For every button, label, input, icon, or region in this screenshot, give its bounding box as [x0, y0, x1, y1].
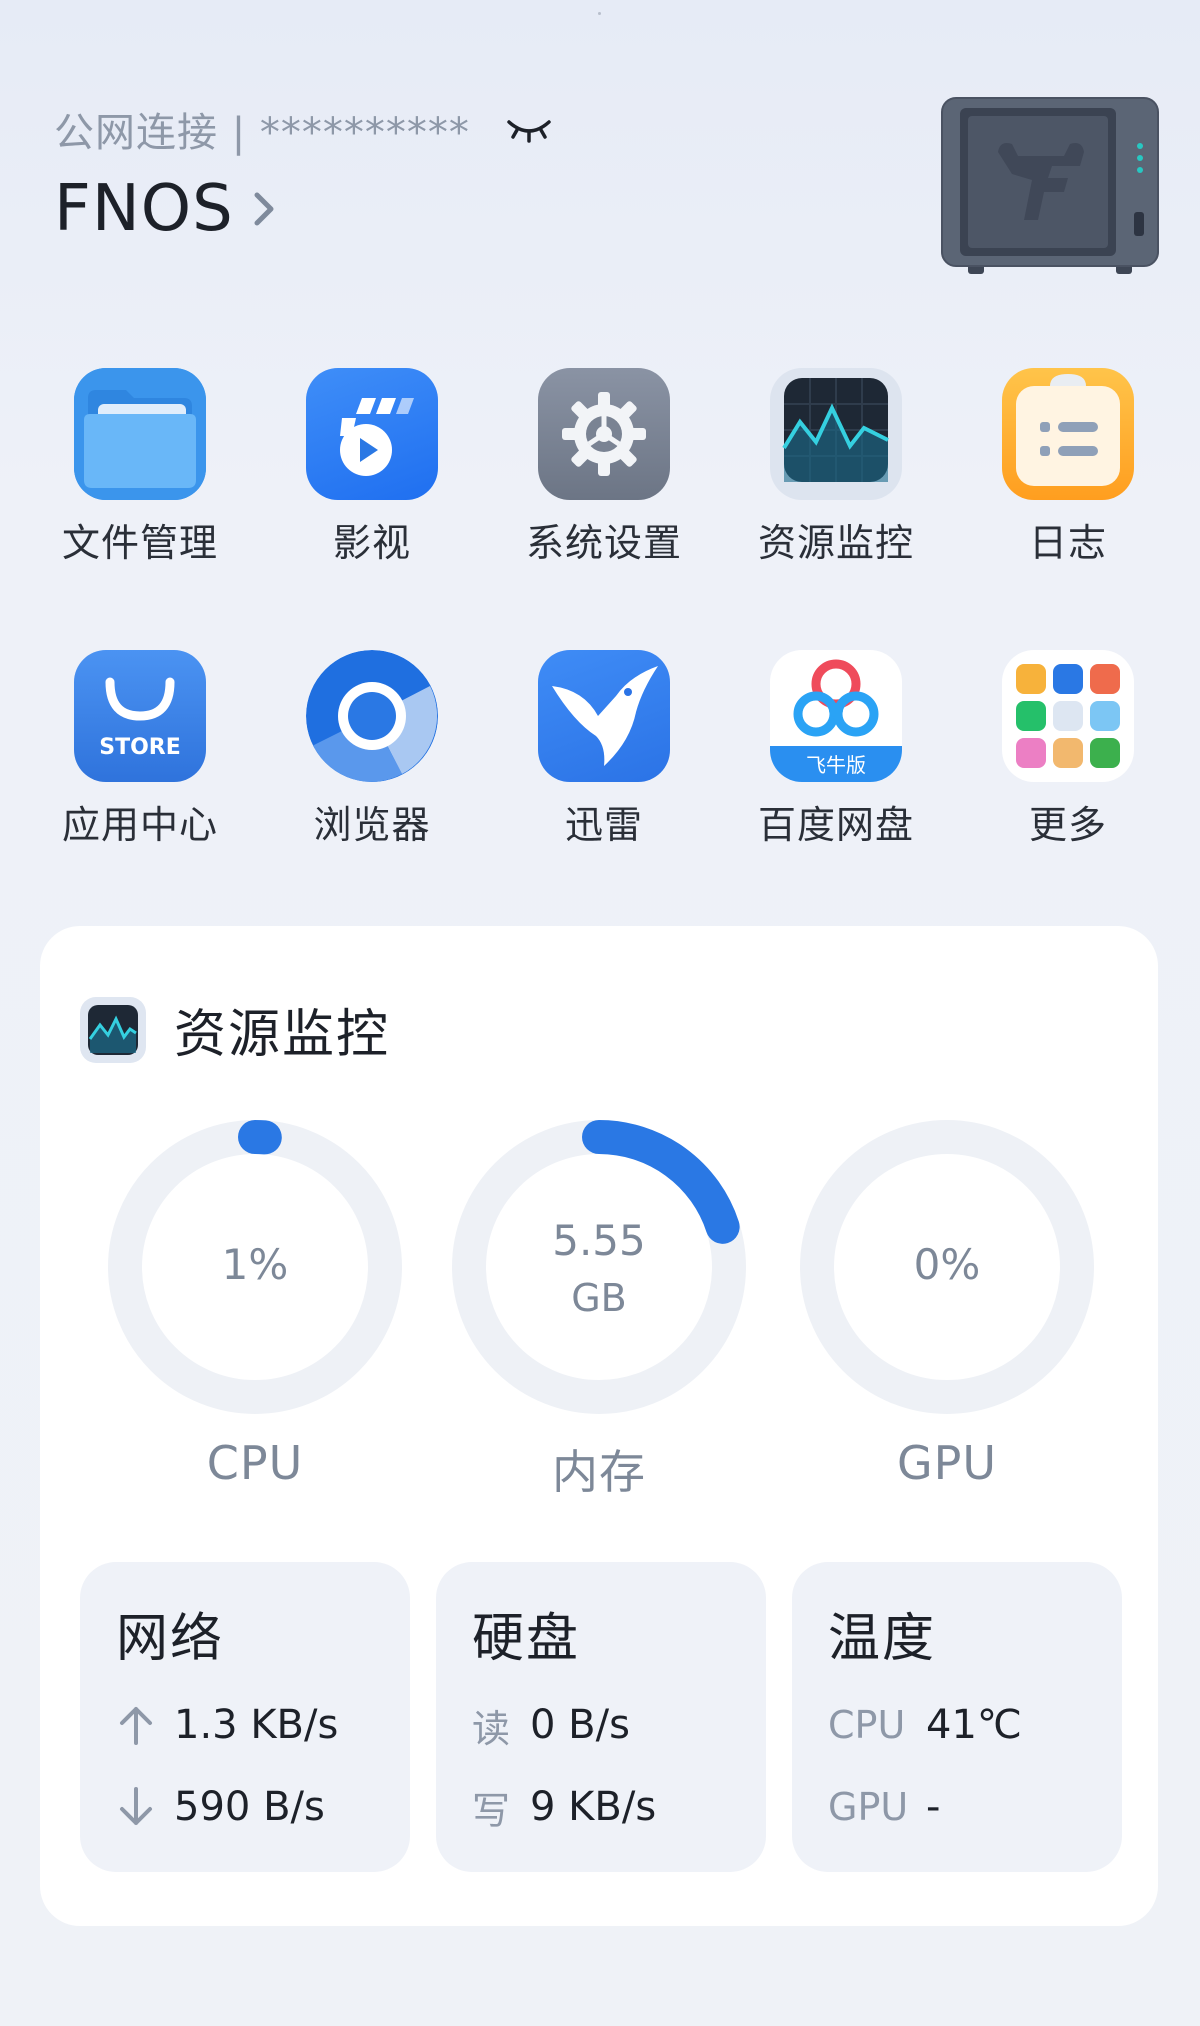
temperature-stat: 温度 CPU 41℃ GPU -: [792, 1562, 1122, 1872]
cpu-temp-value: 41℃: [926, 1702, 1022, 1748]
app-grid-row-2: STORE 应用中心 浏览器 迅雷 飞牛版 百度网盘 更多: [24, 650, 1184, 849]
read-row: 读 0 B/s: [472, 1693, 766, 1757]
app-more[interactable]: 更多: [952, 650, 1184, 849]
app-video[interactable]: 影视: [256, 368, 488, 567]
edition-text: 飞牛版: [806, 753, 866, 777]
chrome-browser-icon: [306, 650, 438, 782]
gear-icon: [538, 368, 670, 500]
app-label: 影视: [332, 521, 411, 565]
app-label: 文件管理: [61, 521, 218, 565]
eye-closed-icon[interactable]: [504, 109, 554, 149]
chevron-right-icon: [252, 187, 282, 231]
app-label: 系统设置: [525, 521, 682, 565]
gauge-label: 内存: [552, 1445, 646, 1499]
stat-title: 硬盘: [472, 1609, 581, 1669]
app-label: 浏览器: [313, 803, 431, 847]
gauge-label: GPU: [896, 1436, 998, 1490]
thunder-bird-icon: [538, 650, 670, 782]
network-stat: 网络 1.3 KB/s 590 B/s: [80, 1562, 410, 1872]
connection-text: 公网连接 | **********: [54, 110, 470, 156]
app-store[interactable]: STORE 应用中心: [24, 650, 256, 849]
gauge-value-unit: GB: [571, 1276, 627, 1320]
stat-title: 网络: [116, 1609, 225, 1669]
cpu-temp-label: CPU: [828, 1703, 906, 1747]
app-label: 应用中心: [61, 803, 218, 847]
gauge-value: 1%: [221, 1240, 289, 1289]
cpu-temp-row: CPU 41℃: [828, 1693, 1122, 1757]
store-text: STORE: [99, 735, 181, 760]
device-title-link[interactable]: FNOS: [54, 172, 282, 246]
gauge-arc: [582, 1120, 740, 1244]
activity-monitor-icon: [80, 996, 146, 1063]
read-label: 读: [472, 1706, 511, 1751]
app-grid-row-1: 文件管理 影视 系统设置 资源监控 日志: [24, 368, 1184, 567]
app-file-manager[interactable]: 文件管理: [24, 368, 256, 567]
cpu-gauge: 1% CPU: [108, 1120, 402, 1490]
gauge-ring: [452, 1120, 746, 1414]
nas-device-image: [940, 96, 1160, 280]
arrow-down-icon: [116, 1783, 172, 1831]
folder-icon: [74, 368, 206, 500]
device-name: FNOS: [54, 172, 234, 246]
stat-title: 温度: [828, 1609, 937, 1669]
gpu-gauge: 0% GPU: [800, 1120, 1094, 1490]
gauge-value-number: 5.55: [552, 1216, 646, 1265]
memory-gauge: 5.55 GB 内存: [452, 1120, 746, 1502]
app-system-settings[interactable]: 系统设置: [488, 368, 720, 567]
baidu-cloud-icon: 飞牛版: [770, 650, 902, 782]
app-logs[interactable]: 日志: [952, 368, 1184, 567]
gpu-temp-row: GPU -: [828, 1775, 1122, 1839]
app-label: 资源监控: [757, 521, 914, 565]
app-resource-monitor[interactable]: 资源监控: [720, 368, 952, 567]
resource-monitor-card[interactable]: 资源监控 1% CPU 5.55 GB 内存 0% GPU 网络 1.3 KB/…: [40, 926, 1158, 1926]
read-speed: 0 B/s: [530, 1702, 630, 1748]
app-grid-icon: [1002, 650, 1134, 782]
gpu-temp-label: GPU: [828, 1785, 909, 1829]
write-speed: 9 KB/s: [530, 1784, 657, 1830]
notepad-icon: [1002, 368, 1134, 500]
app-label: 更多: [1028, 803, 1107, 847]
card-title: 资源监控: [174, 1005, 391, 1065]
upload-speed: 1.3 KB/s: [174, 1702, 339, 1748]
card-header: 资源监控: [80, 992, 390, 1067]
write-row: 写 9 KB/s: [472, 1775, 766, 1839]
app-label: 日志: [1028, 521, 1107, 565]
download-row: 590 B/s: [116, 1775, 410, 1839]
gpu-temp-value: -: [926, 1784, 941, 1830]
activity-monitor-icon: [770, 368, 902, 500]
app-label: 迅雷: [564, 803, 643, 847]
upload-row: 1.3 KB/s: [116, 1693, 410, 1757]
status-dot: [598, 12, 601, 15]
arrow-up-icon: [116, 1701, 172, 1749]
write-label: 写: [472, 1788, 511, 1833]
app-thunder[interactable]: 迅雷: [488, 650, 720, 849]
app-label: 百度网盘: [757, 803, 914, 847]
connection-info: 公网连接 | **********: [54, 100, 554, 158]
store-bag-icon: STORE: [74, 650, 206, 782]
app-baidu-netdisk[interactable]: 飞牛版 百度网盘: [720, 650, 952, 849]
disk-stat: 硬盘 读 0 B/s 写 9 KB/s: [436, 1562, 766, 1872]
download-speed: 590 B/s: [174, 1784, 325, 1830]
app-browser[interactable]: 浏览器: [256, 650, 488, 849]
video-play-icon: [306, 368, 438, 500]
gauge-value: 0%: [913, 1240, 981, 1289]
gauge-label: CPU: [206, 1436, 304, 1490]
